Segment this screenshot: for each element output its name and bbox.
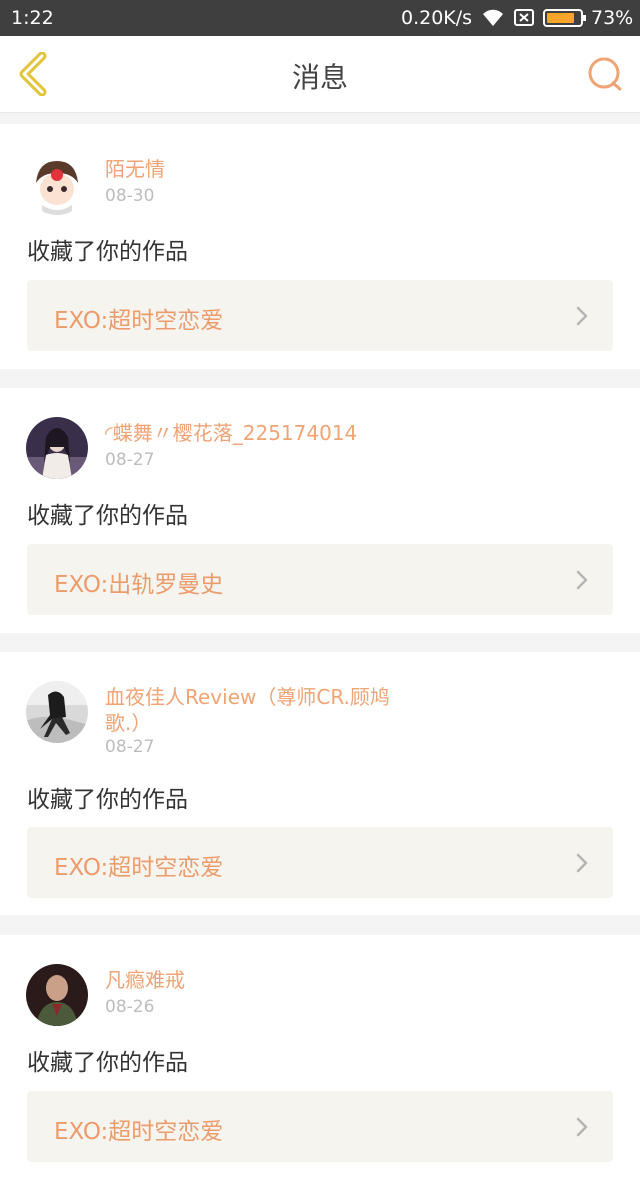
notification-card: 血夜佳人Review（尊师CR.顾鸠歌.） 08-27 收藏了你的作品 EXO:… — [0, 652, 640, 915]
page-title: 消息 — [291, 61, 348, 94]
date: 08-26 — [105, 997, 155, 1017]
sim-icon — [514, 9, 534, 26]
action-text: 收藏了你的作品 — [27, 1050, 188, 1076]
username[interactable]: 陌无情 — [105, 156, 405, 182]
status-time: 1:22 — [11, 7, 54, 29]
notification-card: 陌无情 08-30 收藏了你的作品 EXO:超时空恋爱 — [0, 124, 640, 369]
header: 消息 — [0, 36, 640, 113]
work-title: EXO:超时空恋爱 — [54, 1119, 224, 1145]
username[interactable]: ◜蝶舞〃樱花落_225174014 — [105, 420, 405, 446]
avatar[interactable] — [26, 417, 88, 479]
date: 08-27 — [105, 450, 155, 470]
date: 08-30 — [105, 186, 155, 206]
wifi-icon — [483, 9, 503, 27]
search-button[interactable] — [584, 54, 626, 96]
avatar[interactable] — [26, 153, 88, 215]
work-link[interactable]: EXO:超时空恋爱 — [27, 1091, 613, 1162]
date: 08-27 — [105, 737, 155, 757]
username[interactable]: 凡瘾难戒 — [105, 967, 405, 993]
notification-card: ◜蝶舞〃樱花落_225174014 08-27 收藏了你的作品 EXO:出轨罗曼… — [0, 388, 640, 633]
status-bar: 1:22 0.20K/s 73% — [0, 0, 640, 36]
work-title: EXO:出轨罗曼史 — [54, 572, 224, 598]
avatar[interactable] — [26, 964, 88, 1026]
chevron-right-icon — [576, 570, 588, 590]
work-title: EXO:超时空恋爱 — [54, 308, 224, 334]
work-title: EXO:超时空恋爱 — [54, 855, 224, 881]
work-link[interactable]: EXO:出轨罗曼史 — [27, 544, 613, 615]
action-text: 收藏了你的作品 — [27, 239, 188, 265]
work-link[interactable]: EXO:超时空恋爱 — [27, 280, 613, 351]
chevron-right-icon — [576, 1117, 588, 1137]
network-speed: 0.20K/s — [401, 7, 473, 29]
battery-percent: 73% — [591, 7, 634, 29]
action-text: 收藏了你的作品 — [27, 503, 188, 529]
search-icon — [588, 57, 622, 91]
username[interactable]: 血夜佳人Review（尊师CR.顾鸠歌.） — [105, 684, 405, 736]
chevron-right-icon — [576, 306, 588, 326]
action-text: 收藏了你的作品 — [27, 787, 188, 813]
work-link[interactable]: EXO:超时空恋爱 — [27, 827, 613, 898]
avatar[interactable] — [26, 681, 88, 743]
battery-icon — [543, 9, 586, 27]
chevron-right-icon — [576, 853, 588, 873]
notification-card: 凡瘾难戒 08-26 收藏了你的作品 EXO:超时空恋爱 — [0, 935, 640, 1180]
